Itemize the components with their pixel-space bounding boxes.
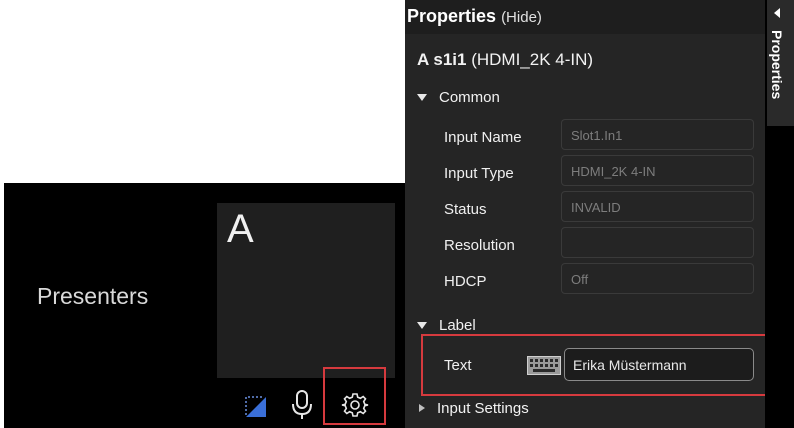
mic-icon[interactable]: [290, 389, 314, 421]
properties-panel: Properties (Hide) A s1i1 (HDMI_2K 4-IN) …: [405, 0, 784, 428]
status-field[interactable]: INVALID: [561, 191, 754, 222]
properties-header: Properties (Hide): [405, 0, 765, 34]
device-id: A s1i1: [417, 50, 467, 69]
presenters-label: Presenters: [37, 283, 149, 309]
collapse-triangle-icon: [417, 93, 427, 101]
properties-side-tab[interactable]: Properties: [767, 0, 794, 126]
resolution-field[interactable]: [561, 227, 754, 258]
section-label-label: Label: [439, 317, 476, 334]
presenter-panel: Presenters A: [4, 183, 405, 428]
resolution-label: Resolution: [444, 237, 515, 254]
hide-link[interactable]: (Hide): [501, 9, 542, 26]
input-name-label: Input Name: [444, 129, 522, 146]
presenter-preview-tile[interactable]: A: [217, 203, 395, 378]
section-input-settings-label: Input Settings: [437, 400, 529, 417]
section-label[interactable]: Label: [417, 317, 476, 334]
section-input-settings[interactable]: Input Settings: [419, 400, 529, 417]
input-name-field[interactable]: Slot1.In1: [561, 119, 754, 150]
collapse-triangle-icon: [417, 321, 427, 329]
section-common[interactable]: Common: [417, 89, 500, 106]
collapse-arrow-icon[interactable]: [774, 8, 780, 18]
device-title: A s1i1 (HDMI_2K 4-IN): [417, 50, 593, 70]
device-type: (HDMI_2K 4-IN): [471, 50, 594, 69]
status-label: Status: [444, 201, 487, 218]
expand-triangle-icon: [419, 404, 425, 413]
properties-title: Properties (Hide): [407, 6, 542, 27]
highlight-box-text: [421, 334, 784, 396]
input-type-label: Input Type: [444, 165, 514, 182]
crop-icon[interactable]: [244, 395, 268, 419]
side-tab-label: Properties: [769, 30, 785, 100]
input-type-field[interactable]: HDMI_2K 4-IN: [561, 155, 754, 186]
preview-letter: A: [227, 207, 254, 251]
hdcp-field[interactable]: Off: [561, 263, 754, 294]
section-common-label: Common: [439, 89, 500, 106]
hdcp-label: HDCP: [444, 273, 487, 290]
highlight-box-settings: [323, 367, 386, 425]
properties-title-text: Properties: [407, 6, 497, 26]
